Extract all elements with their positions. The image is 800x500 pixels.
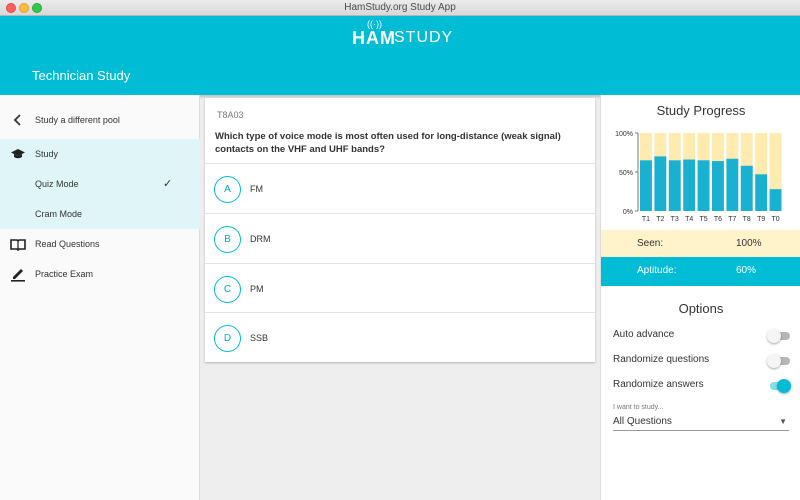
answer-option-d[interactable]: D SSB <box>205 312 595 361</box>
y-tick-label: 100% <box>615 131 633 138</box>
caret-down-icon: ▼ <box>779 417 787 426</box>
back-label: Study a different pool <box>35 115 120 125</box>
study-label: Study <box>35 149 59 159</box>
answer-letter: B <box>214 226 241 253</box>
aptitude-stat: Aptitude: 60% <box>601 257 800 286</box>
hamstudy-logo: ((·)) HAM STUDY <box>350 18 454 58</box>
y-tick-label: 0% <box>623 209 633 216</box>
answer-text: DRM <box>250 234 271 244</box>
app-header: ((·)) HAM STUDY Technician Study <box>0 16 800 95</box>
x-tick-label: T2 <box>656 216 664 223</box>
answer-letter: C <box>214 276 241 303</box>
randomize-answers-toggle[interactable] <box>767 379 791 393</box>
window-titlebar: HamStudy.org Study App <box>0 0 800 16</box>
question-text: Which type of voice mode is most often u… <box>215 131 561 155</box>
sidebar-item-cram-mode[interactable]: Cram Mode <box>0 199 200 229</box>
option-randomize-answers: Randomize answers <box>613 376 793 396</box>
page-title: Technician Study <box>32 68 131 83</box>
aptitude-bar-t3 <box>668 160 681 211</box>
quiz-mode-label: Quiz Mode <box>35 179 79 189</box>
answer-text: SSB <box>250 333 269 343</box>
logo-ham-text: HAM <box>352 28 396 48</box>
randomize-questions-toggle[interactable] <box>767 354 791 368</box>
sidebar-item-study[interactable]: Study <box>0 139 200 169</box>
question-id: T8A03 <box>217 110 244 120</box>
sidebar-item-read-questions[interactable]: Read Questions <box>0 229 200 259</box>
cram-mode-label: Cram Mode <box>35 209 83 219</box>
aptitude-bar-t6 <box>712 161 724 211</box>
study-progress-title: Study Progress <box>656 103 746 118</box>
options-title: Options <box>678 301 724 316</box>
answer-option-a[interactable]: A FM <box>205 163 595 212</box>
x-tick-label: T5 <box>699 216 707 223</box>
aptitude-bar-t0 <box>769 189 782 211</box>
x-tick-label: T1 <box>642 216 650 223</box>
answer-option-c[interactable]: C PM <box>205 263 595 312</box>
checkmark-icon: ✓ <box>163 178 173 190</box>
answer-letter: A <box>214 176 241 203</box>
aptitude-bar-t7 <box>726 158 739 211</box>
auto-advance-toggle[interactable] <box>767 329 791 343</box>
x-tick-label: T3 <box>671 216 679 223</box>
seen-label: Seen: <box>637 238 664 249</box>
randomize-answers-label: Randomize answers <box>613 379 704 390</box>
x-tick-label: T9 <box>757 216 765 223</box>
book-icon <box>10 239 26 252</box>
x-tick-label: T4 <box>685 216 693 223</box>
aptitude-bar-t1 <box>640 160 652 211</box>
study-nav-group: Study Quiz Mode ✓ Cram Mode <box>0 139 200 229</box>
study-progress-chart: 100% 50% 0% T1 T2 T3 T4 T5 T6 T7 T8 T9 T0 <box>615 131 782 223</box>
x-tick-label: T6 <box>714 216 722 223</box>
x-tick-label: T0 <box>771 216 779 223</box>
aptitude-value: 60% <box>736 265 757 276</box>
seen-value: 100% <box>736 238 762 249</box>
graduation-cap-icon <box>11 149 25 159</box>
aptitude-bar-t4 <box>683 159 696 211</box>
study-select-label: I want to study... <box>613 404 664 411</box>
aptitude-bar-t2 <box>654 156 667 211</box>
x-tick-label: T7 <box>728 216 736 223</box>
option-auto-advance: Auto advance <box>613 326 793 346</box>
y-tick-label: 50% <box>619 170 633 177</box>
window-title: HamStudy.org Study App <box>344 2 456 13</box>
sidebar-item-practice-exam[interactable]: Practice Exam <box>0 259 200 289</box>
seen-stat: Seen: 100% <box>601 230 800 257</box>
read-questions-label: Read Questions <box>35 239 100 249</box>
answer-option-b[interactable]: B DRM <box>205 213 595 262</box>
back-to-pools-button[interactable]: Study a different pool <box>0 105 200 135</box>
x-tick-label: T8 <box>743 216 751 223</box>
aptitude-bar-t8 <box>740 165 753 211</box>
practice-exam-label: Practice Exam <box>35 269 94 279</box>
chevron-left-icon <box>13 114 21 126</box>
study-select-value: All Questions <box>613 416 672 427</box>
sidebar: Study a different pool Study Quiz Mode ✓… <box>0 95 200 500</box>
aptitude-bar-t5 <box>697 160 710 211</box>
pencil-icon <box>11 269 25 282</box>
logo-study-text: STUDY <box>394 29 454 46</box>
progress-panel: Study Progress 100% 50% 0% T1 T2 T3 T4 T5 T6 T7 T8… <box>600 95 800 500</box>
study-select-dropdown[interactable]: All Questions ▼ <box>613 413 789 431</box>
auto-advance-label: Auto advance <box>613 329 675 340</box>
question-card: T8A03 Which type of voice mode is most o… <box>205 98 595 362</box>
randomize-questions-label: Randomize questions <box>613 354 710 365</box>
answer-text: FM <box>250 184 263 194</box>
answer-text: PM <box>250 284 264 294</box>
answer-letter: D <box>214 325 241 352</box>
aptitude-label: Aptitude: <box>637 265 677 276</box>
option-randomize-questions: Randomize questions <box>613 351 793 371</box>
aptitude-bar-t9 <box>755 174 768 211</box>
sidebar-item-quiz-mode[interactable]: Quiz Mode ✓ <box>0 169 200 199</box>
